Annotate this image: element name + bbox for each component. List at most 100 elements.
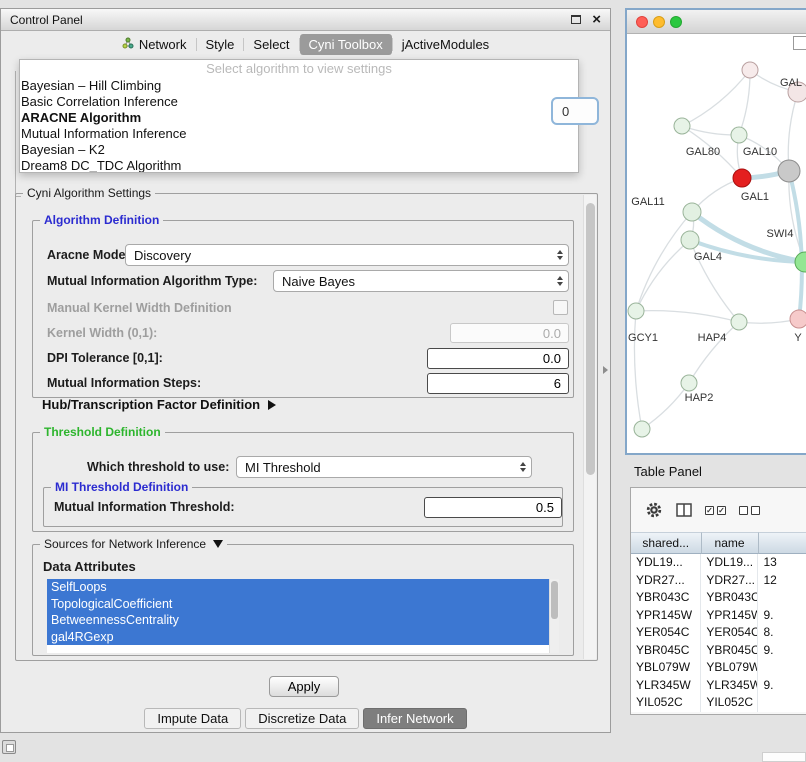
select-all-checkboxes-icon[interactable] xyxy=(705,506,726,515)
algorithm-definition-group: Algorithm Definition Aracne Mode: Discov… xyxy=(32,220,574,398)
node-label: GAL10 xyxy=(743,146,777,158)
attribute-item[interactable]: SelfLoops xyxy=(47,579,549,596)
algorithm-option[interactable]: Mutual Information Inference xyxy=(20,126,578,142)
threads-spinner-fragment[interactable]: 0 xyxy=(551,97,599,125)
bottom-tab-infer-network[interactable]: Infer Network xyxy=(363,708,466,729)
table-row[interactable]: YDL19...YDL19...13 xyxy=(631,554,806,572)
node-label: HAP2 xyxy=(685,392,714,404)
threshold-definition-title: Threshold Definition xyxy=(40,425,165,439)
which-threshold-combo[interactable]: MI Threshold xyxy=(236,456,532,478)
network-edge[interactable] xyxy=(636,311,739,322)
close-window-icon[interactable] xyxy=(592,14,601,26)
aracne-mode-combo[interactable]: Discovery xyxy=(125,244,569,266)
mi-threshold-title: MI Threshold Definition xyxy=(51,480,192,494)
network-node[interactable] xyxy=(733,169,751,187)
table-cell xyxy=(758,589,806,607)
algorithm-dropdown-list: Bayesian – Hill ClimbingBasic Correlatio… xyxy=(20,78,578,173)
tab-network[interactable]: Network xyxy=(113,34,196,55)
network-edge[interactable] xyxy=(739,70,750,135)
network-edge[interactable] xyxy=(682,70,750,126)
minimized-panel-icon[interactable] xyxy=(2,740,16,754)
network-node[interactable] xyxy=(790,310,806,328)
network-edge[interactable] xyxy=(634,311,642,429)
network-edge[interactable] xyxy=(789,171,802,319)
manual-kernel-width-label: Manual Kernel Width Definition xyxy=(47,301,232,315)
dpi-tolerance-input[interactable] xyxy=(427,348,569,369)
network-node[interactable] xyxy=(634,421,650,437)
tab-cyni-toolbox[interactable]: Cyni Toolbox xyxy=(300,34,392,55)
mi-threshold-input[interactable] xyxy=(424,497,562,518)
table-cell: YDR27... xyxy=(631,572,701,590)
network-edge[interactable] xyxy=(636,212,692,311)
settings-scrollbar-thumb[interactable] xyxy=(586,203,595,475)
table-row[interactable]: YIL052CYIL052C xyxy=(631,694,806,712)
network-node[interactable] xyxy=(681,375,697,391)
table-row[interactable]: YBR043CYBR043C xyxy=(631,589,806,607)
attribute-item[interactable]: TopologicalCoefficient xyxy=(47,596,549,613)
node-label: GAL4 xyxy=(694,251,722,263)
bottom-tab-discretize-data[interactable]: Discretize Data xyxy=(245,708,359,729)
node-label: SWI4 xyxy=(767,228,794,240)
apply-button[interactable]: Apply xyxy=(269,676,339,697)
which-threshold-label: Which threshold to use: xyxy=(87,460,229,474)
network-canvas[interactable]: GALGAL80GAL10GAL11GAL1SWI4GAL4GCY1HAP4YH… xyxy=(627,34,806,453)
algorithm-option[interactable]: Bayesian – K2 xyxy=(20,142,578,158)
settings-scrollbar[interactable] xyxy=(583,195,596,659)
attribute-item[interactable]: gal4RGexp xyxy=(47,629,549,646)
attributes-scrollbar[interactable] xyxy=(549,579,559,653)
network-node[interactable] xyxy=(674,118,690,134)
column-header[interactable]: name xyxy=(702,532,759,554)
gear-icon[interactable] xyxy=(645,501,663,519)
column-header[interactable]: shared... xyxy=(631,532,702,554)
algorithm-option[interactable]: Dream8 DC_TDC Algorithm xyxy=(20,158,578,173)
collapse-down-icon[interactable] xyxy=(213,540,223,548)
algorithm-option[interactable]: ARACNE Algorithm xyxy=(20,110,578,126)
kernel-width-input[interactable] xyxy=(450,323,569,343)
combo-spinner-icon xyxy=(557,250,563,260)
mi-algorithm-type-combo[interactable]: Naive Bayes xyxy=(273,270,569,292)
network-node[interactable] xyxy=(681,231,699,249)
network-node[interactable] xyxy=(731,127,747,143)
network-icon xyxy=(122,37,134,52)
close-traffic-light-icon[interactable] xyxy=(636,16,648,28)
panel-splitter-arrow-icon[interactable] xyxy=(603,366,608,374)
tab-select[interactable]: Select xyxy=(244,34,298,55)
minimize-traffic-light-icon[interactable] xyxy=(653,16,665,28)
bottom-tab-impute-data[interactable]: Impute Data xyxy=(144,708,241,729)
deselect-all-checkboxes-icon[interactable] xyxy=(739,506,760,515)
algorithm-option[interactable]: Bayesian – Hill Climbing xyxy=(20,78,578,94)
threshold-definition-group: Threshold Definition Which threshold to … xyxy=(32,432,574,532)
network-overview-toggle[interactable] xyxy=(793,36,806,50)
show-columns-icon[interactable] xyxy=(676,502,692,518)
attribute-item[interactable]: BetweennessCentrality xyxy=(47,612,549,629)
algorithm-option[interactable]: Basic Correlation Inference xyxy=(20,94,578,110)
network-edge[interactable] xyxy=(682,126,739,135)
float-window-icon[interactable] xyxy=(571,15,581,24)
network-node[interactable] xyxy=(795,252,806,272)
algorithm-dropdown-popup: Select algorithm to view settings Bayesi… xyxy=(19,59,579,173)
which-threshold-value: MI Threshold xyxy=(245,460,321,475)
network-node[interactable] xyxy=(731,314,747,330)
tab-jactivemodules[interactable]: jActiveModules xyxy=(393,34,498,55)
zoom-traffic-light-icon[interactable] xyxy=(670,16,682,28)
network-node[interactable] xyxy=(628,303,644,319)
network-node[interactable] xyxy=(778,160,800,182)
tab-style[interactable]: Style xyxy=(197,34,244,55)
table-row[interactable]: YDR27...YDR27...12 xyxy=(631,572,806,590)
table-row[interactable]: YLR345WYLR345W9. xyxy=(631,677,806,695)
network-edge[interactable] xyxy=(788,92,798,171)
hub-definition-expander[interactable]: Hub/Transcription Factor Definition xyxy=(42,397,276,412)
table-row[interactable]: YBR045CYBR045C9. xyxy=(631,642,806,660)
column-header[interactable] xyxy=(759,532,806,554)
network-node[interactable] xyxy=(742,62,758,78)
table-row[interactable]: YER054CYER054C8. xyxy=(631,624,806,642)
table-cell: 13 xyxy=(758,554,806,572)
table-cell: YLR345W xyxy=(631,677,701,695)
attributes-scrollbar-thumb[interactable] xyxy=(551,581,558,619)
table-row[interactable]: YPR145WYPR145W9. xyxy=(631,607,806,625)
mi-steps-input[interactable] xyxy=(427,373,569,394)
network-edge[interactable] xyxy=(642,383,689,429)
network-node[interactable] xyxy=(683,203,701,221)
table-row[interactable]: YBL079WYBL079W xyxy=(631,659,806,677)
manual-kernel-width-checkbox[interactable] xyxy=(553,300,568,315)
